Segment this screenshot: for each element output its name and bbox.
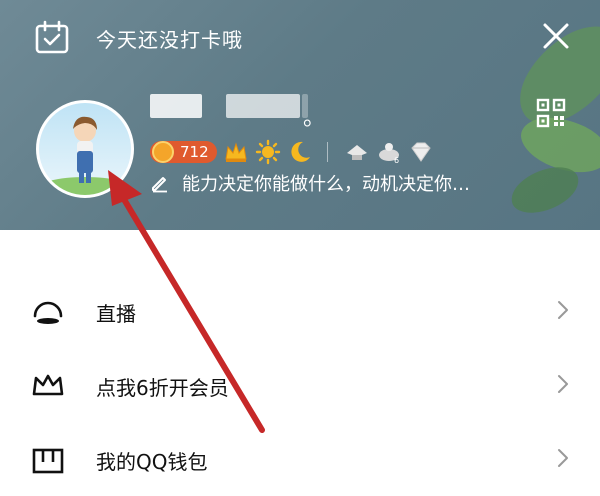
bowl-badge-icon: 6 [378,143,399,165]
menu-item-vip[interactable]: 点我6折开会员 [0,348,600,422]
crown-badge-icon [225,142,247,162]
profile-header: 今天还没打卡哦 。 712 6 能力决定你能做什么，动机决定你… [0,0,600,230]
diamond-badge-icon [410,142,431,162]
badge-divider [326,142,328,162]
qr-code-icon[interactable] [536,98,566,128]
menu-item-label: 点我6折开会员 [96,376,229,400]
sun-badge-icon [255,139,280,165]
drawer-menu: 直播 点我6折开会员 我的QQ钱包 [0,230,600,474]
top-bar: 今天还没打卡哦 [0,0,600,72]
avatar-image [39,103,131,195]
username-redacted [226,94,300,118]
svg-text:6: 6 [394,156,399,165]
live-icon [33,301,63,324]
chevron-right-icon [558,301,568,319]
close-icon[interactable] [540,20,572,52]
level-pill: 712 [150,141,217,163]
plant-decoration [506,161,584,219]
level-number: 712 [180,143,209,161]
wallet-icon [32,448,64,474]
coin-icon [152,141,174,163]
menu-item-live[interactable]: 直播 [0,274,600,348]
crown-icon [32,374,64,396]
menu-item-label: 我的QQ钱包 [96,450,208,474]
calendar-check-icon[interactable] [34,20,70,56]
checkin-prompt[interactable]: 今天还没打卡哦 [96,24,243,53]
hat-badge-icon [346,145,367,160]
level-badges-row[interactable]: 712 6 [150,138,434,166]
avatar[interactable] [36,100,134,198]
username-suffix: 。 [303,106,326,131]
moon-badge-icon [291,141,310,162]
signature-row[interactable]: 能力决定你能做什么，动机决定你… [150,170,470,196]
menu-item-label: 直播 [96,302,136,326]
edit-pencil-icon[interactable] [150,173,170,193]
username-redacted [150,94,202,118]
menu-item-wallet[interactable]: 我的QQ钱包 [0,422,600,496]
chevron-right-icon [558,375,568,393]
signature-text: 能力决定你能做什么，动机决定你… [182,174,470,195]
